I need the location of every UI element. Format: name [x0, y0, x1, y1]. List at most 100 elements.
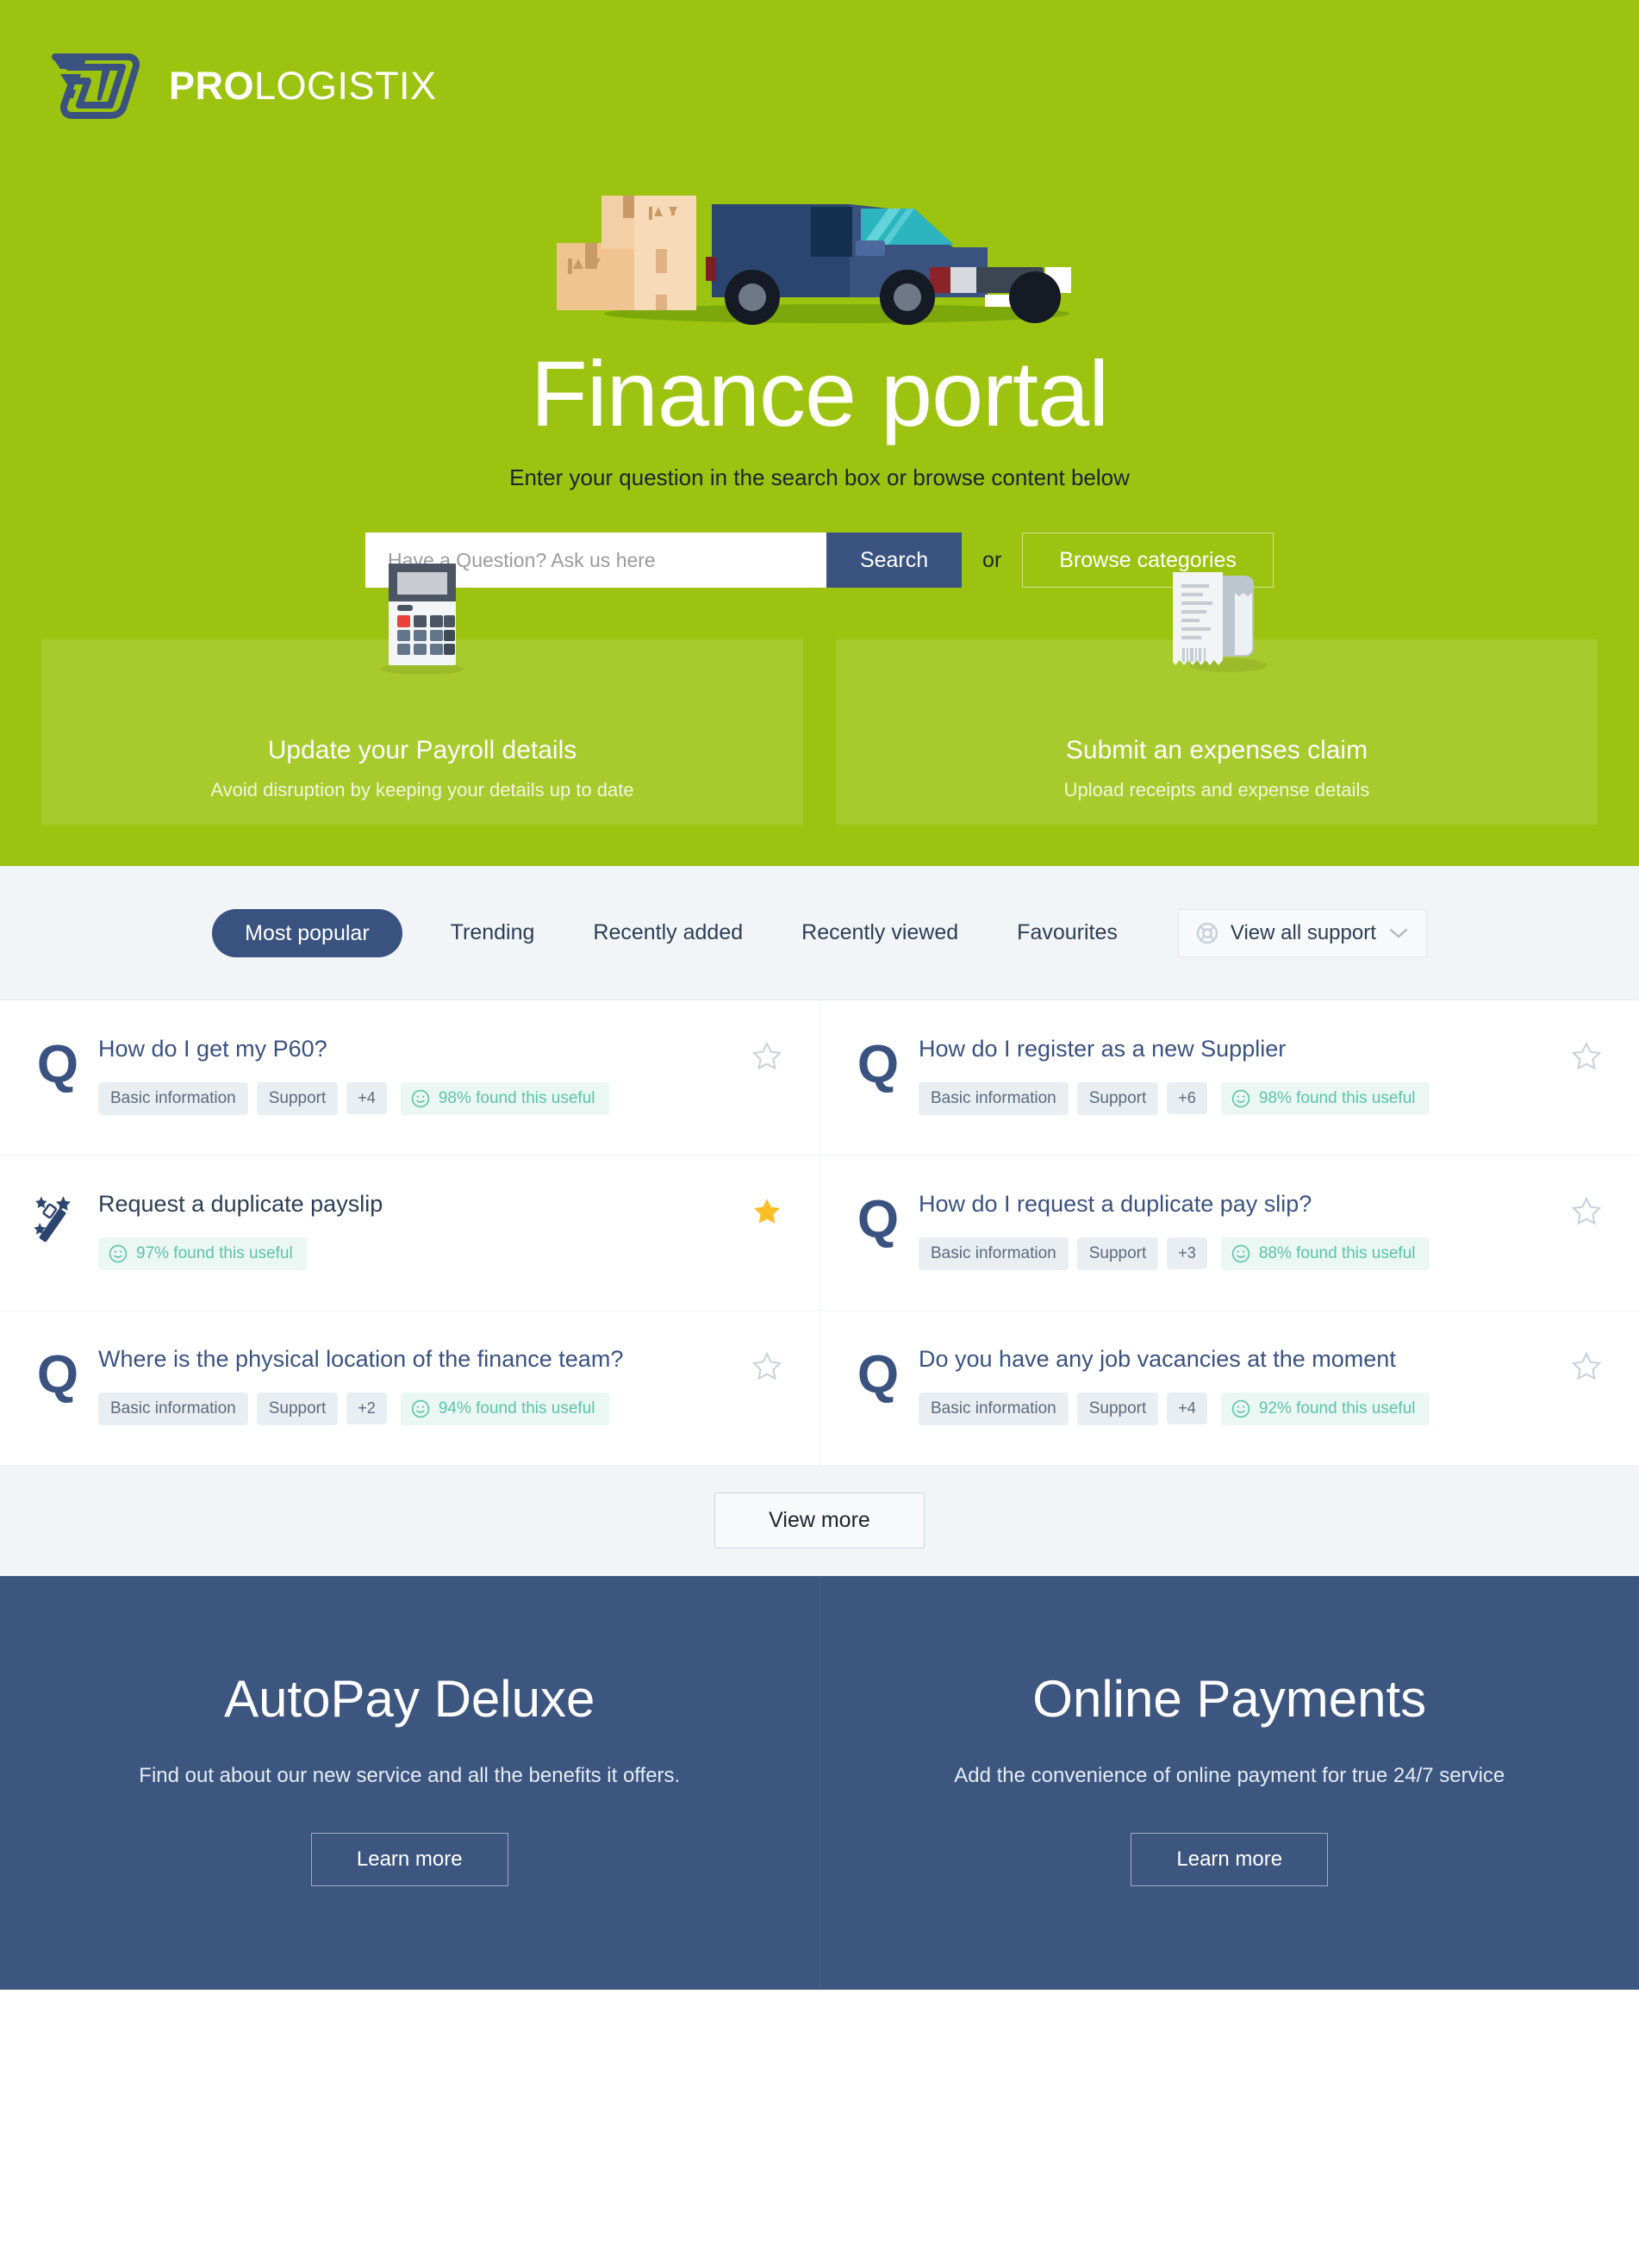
- footer-banners: AutoPay Deluxe Find out about our new se…: [0, 1576, 1639, 1991]
- useful-badge: 94% found this useful: [400, 1392, 609, 1425]
- tag-overflow-count[interactable]: +6: [1167, 1082, 1207, 1115]
- useful-label: 92% found this useful: [1258, 1399, 1416, 1418]
- smiley-icon: [411, 1399, 430, 1418]
- question-icon: Q: [857, 1035, 900, 1095]
- question-icon: Q: [857, 1190, 900, 1250]
- useful-label: 88% found this useful: [1258, 1243, 1416, 1262]
- brand-name-bold: PRO: [169, 63, 255, 108]
- list-item-body: Request a duplicate payslip 97% found th…: [91, 1190, 751, 1270]
- tag-chip[interactable]: Basic information: [98, 1392, 248, 1425]
- favourite-star-icon[interactable]: [1570, 1190, 1610, 1232]
- tab-most-popular[interactable]: Most popular: [212, 908, 402, 957]
- list-item-tags: Basic information Support +2 94% found t…: [98, 1392, 751, 1425]
- useful-badge: 98% found this useful: [400, 1081, 609, 1115]
- tab-recently-viewed[interactable]: Recently viewed: [772, 920, 988, 945]
- promo-payroll[interactable]: Update your Payroll details Avoid disrup…: [41, 564, 803, 826]
- list-item[interactable]: Q Do you have any job vacancies at the m…: [820, 1311, 1639, 1467]
- tag-chip[interactable]: Basic information: [98, 1081, 248, 1115]
- tag-overflow-count[interactable]: +2: [346, 1393, 387, 1425]
- brand-wordmark: PROLOGISTIX: [169, 66, 437, 105]
- list-item-body: How do I get my P60? Basic information S…: [91, 1035, 751, 1115]
- brand-name-light: LOGISTIX: [254, 63, 437, 108]
- hero-spacer: [0, 825, 1639, 866]
- list-item-title: How do I get my P60?: [98, 1036, 327, 1062]
- useful-badge: 97% found this useful: [98, 1237, 307, 1270]
- search-button[interactable]: Search: [826, 533, 963, 589]
- list-item-title: How do I request a duplicate pay slip?: [919, 1191, 1312, 1218]
- list-item-tags: 97% found this useful: [98, 1237, 751, 1270]
- view-all-support-label: View all support: [1230, 920, 1376, 944]
- view-all-support-dropdown[interactable]: View all support: [1177, 908, 1427, 957]
- list-item-tags: Basic information Support +6 98% found t…: [919, 1081, 1570, 1115]
- list-item-body: How do I request a duplicate pay slip? B…: [912, 1190, 1570, 1270]
- tag-overflow-count[interactable]: +3: [1167, 1237, 1207, 1270]
- banner-title: AutoPay Deluxe: [224, 1670, 595, 1729]
- list-item-body: Where is the physical location of the fi…: [91, 1345, 751, 1425]
- article-list-right-column: Q How do I register as a new Supplier Ba…: [820, 1000, 1639, 1467]
- banner-description: Add the convenience of online payment fo…: [954, 1764, 1505, 1788]
- banner-title: Online Payments: [1032, 1670, 1427, 1729]
- question-icon: Q: [857, 1345, 900, 1405]
- tag-chip[interactable]: Support: [256, 1081, 339, 1115]
- view-more-button[interactable]: View more: [714, 1492, 925, 1549]
- useful-label: 98% found this useful: [438, 1088, 595, 1107]
- smiley-icon: [109, 1244, 128, 1262]
- learn-more-button[interactable]: Learn more: [1131, 1833, 1329, 1887]
- view-more-section: View more: [0, 1466, 1639, 1577]
- list-item-tags: Basic information Support +4 92% found t…: [919, 1392, 1570, 1425]
- brand-logo[interactable]: PROLOGISTIX: [0, 0, 1639, 129]
- promo-tiles: Update your Payroll details Avoid disrup…: [0, 564, 1639, 826]
- favourite-star-icon[interactable]: [751, 1345, 790, 1387]
- article-list-left-column: Q How do I get my P60? Basic information…: [0, 1000, 820, 1467]
- tag-chip[interactable]: Support: [256, 1392, 339, 1425]
- list-item-title: How do I register as a new Supplier: [919, 1036, 1287, 1062]
- list-item-title: Where is the physical location of the fi…: [98, 1346, 624, 1373]
- list-item[interactable]: Q How do I register as a new Supplier Ba…: [820, 1000, 1639, 1156]
- search-or-label: or: [982, 547, 1002, 572]
- useful-badge: 88% found this useful: [1220, 1237, 1430, 1270]
- tag-chip[interactable]: Basic information: [919, 1081, 1069, 1115]
- useful-label: 98% found this useful: [1258, 1088, 1416, 1107]
- useful-badge: 92% found this useful: [1220, 1392, 1430, 1425]
- tab-favourites[interactable]: Favourites: [988, 920, 1147, 945]
- hero-section: PROLOGISTIX Finance portal Enter your qu…: [0, 0, 1639, 867]
- tag-chip[interactable]: Support: [1076, 1237, 1159, 1270]
- tag-chip[interactable]: Support: [1076, 1392, 1159, 1425]
- smiley-icon: [411, 1089, 430, 1107]
- learn-more-button[interactable]: Learn more: [310, 1833, 508, 1887]
- tag-overflow-count[interactable]: +4: [1167, 1393, 1207, 1425]
- promo-expenses[interactable]: Submit an expenses claim Upload receipts…: [836, 572, 1598, 826]
- chevron-down-icon: [1389, 928, 1407, 938]
- banner-online-payments: Online Payments Add the convenience of o…: [819, 1576, 1639, 1991]
- delivery-van-illustration: [557, 196, 1071, 325]
- useful-label: 94% found this useful: [438, 1399, 595, 1418]
- tag-overflow-count[interactable]: +4: [346, 1082, 387, 1115]
- list-item[interactable]: Q How do I request a duplicate pay slip?…: [820, 1156, 1639, 1312]
- smiley-icon: [1231, 1399, 1250, 1418]
- calculator-icon: [381, 564, 464, 675]
- list-item-title: Do you have any job vacancies at the mom…: [919, 1346, 1396, 1373]
- list-item[interactable]: Request a duplicate payslip 97% found th…: [0, 1156, 820, 1312]
- tag-chip[interactable]: Basic information: [919, 1392, 1069, 1425]
- favourite-star-icon[interactable]: [1570, 1035, 1610, 1077]
- tab-trending[interactable]: Trending: [421, 920, 564, 945]
- list-item-tags: Basic information Support +3 88% found t…: [919, 1237, 1570, 1270]
- life-ring-icon: [1196, 922, 1218, 944]
- question-icon: Q: [36, 1345, 79, 1405]
- list-item-title: Request a duplicate payslip: [98, 1191, 383, 1218]
- useful-badge: 98% found this useful: [1220, 1081, 1430, 1115]
- useful-label: 97% found this useful: [136, 1243, 293, 1262]
- search-bar: Search or Browse categories: [0, 533, 1639, 589]
- favourite-star-icon[interactable]: [751, 1035, 790, 1077]
- tag-chip[interactable]: Support: [1076, 1081, 1159, 1115]
- list-item[interactable]: Q Where is the physical location of the …: [0, 1311, 820, 1467]
- smiley-icon: [1231, 1089, 1250, 1107]
- prologistix-logo-icon: [52, 53, 140, 119]
- tab-recently-added[interactable]: Recently added: [564, 920, 772, 945]
- promo-description: Upload receipts and expense details: [1063, 779, 1370, 801]
- list-item[interactable]: Q How do I get my P60? Basic information…: [0, 1000, 820, 1156]
- question-icon: Q: [36, 1035, 79, 1095]
- favourite-star-icon[interactable]: [1570, 1345, 1610, 1387]
- favourite-star-icon-filled[interactable]: [751, 1190, 790, 1232]
- tag-chip[interactable]: Basic information: [919, 1237, 1069, 1270]
